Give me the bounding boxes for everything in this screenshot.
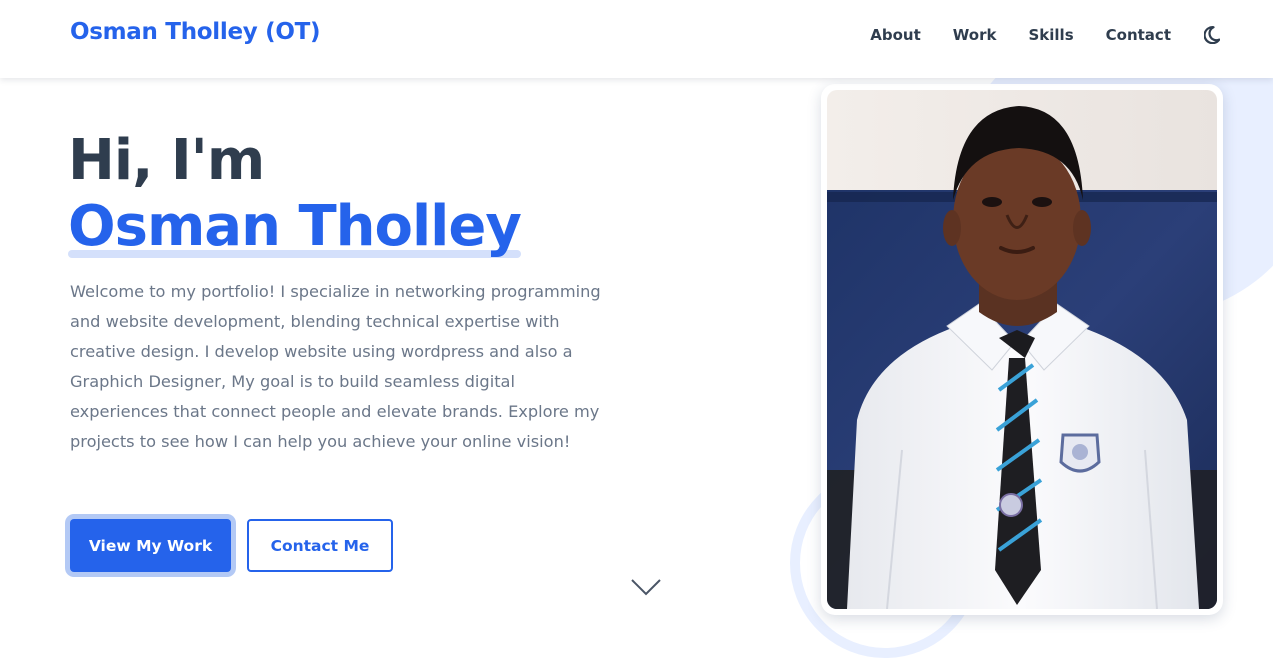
scroll-down-button[interactable] [630, 576, 662, 598]
nav-link-work[interactable]: Work [953, 26, 997, 44]
main-nav: About Work Skills Contact [838, 24, 1223, 46]
logo[interactable]: Osman Tholley (OT) [70, 19, 321, 45]
profile-photo [827, 90, 1217, 609]
view-my-work-button[interactable]: View My Work [70, 519, 231, 572]
hero-name: Osman Tholley [68, 194, 522, 259]
nav-link-contact[interactable]: Contact [1106, 26, 1171, 44]
portrait-illustration [827, 90, 1217, 609]
hero-description: Welcome to my portfolio! I specialize in… [70, 282, 601, 451]
moon-icon [1204, 26, 1220, 44]
profile-photo-frame [821, 84, 1223, 615]
hero-heading: Hi, I'm Osman Tholley [68, 128, 522, 260]
nav-link-skills[interactable]: Skills [1029, 26, 1074, 44]
nav-link-about[interactable]: About [870, 26, 921, 44]
contact-me-button[interactable]: Contact Me [247, 519, 393, 572]
site-header: Osman Tholley (OT) About Work Skills Con… [0, 0, 1273, 78]
theme-toggle-button[interactable] [1201, 24, 1223, 46]
hero-greeting: Hi, I'm [68, 128, 265, 193]
chevron-down-icon [631, 579, 661, 596]
